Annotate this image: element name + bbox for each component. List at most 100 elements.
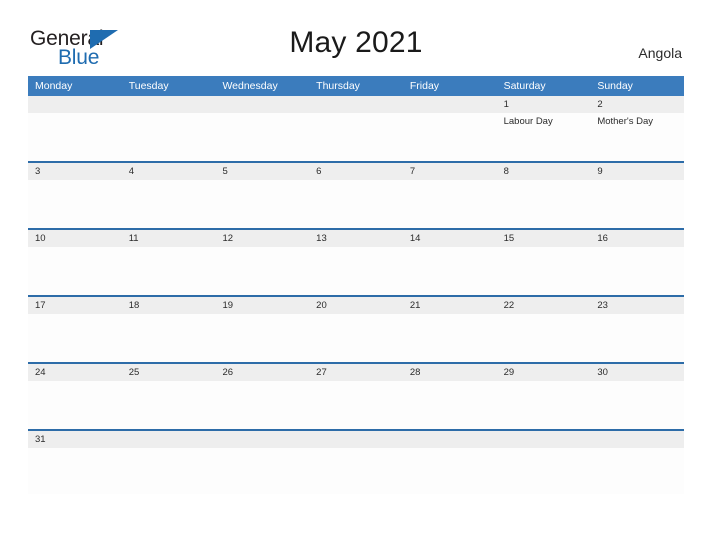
calendar-week-row: 1 2 Labour Day Mother's Day: [28, 96, 684, 161]
weekday-header-sunday: Sunday: [597, 80, 633, 92]
day-event: [122, 113, 216, 161]
day-number[interactable]: [122, 431, 216, 448]
day-event: [497, 180, 591, 228]
calendar-week-row: 17 18 19 20 21 22 23: [28, 295, 684, 362]
day-number[interactable]: 12: [215, 230, 309, 247]
day-event: Mother's Day: [597, 116, 653, 127]
week-day-number-strip: 3 4 5 6 7 8 9: [28, 163, 684, 180]
page-header: General Blue May 2021 Angola: [0, 0, 712, 76]
day-event: [215, 314, 309, 362]
day-number[interactable]: 18: [122, 297, 216, 314]
day-number[interactable]: [403, 431, 497, 448]
day-event: [28, 247, 122, 295]
day-number[interactable]: [309, 96, 403, 113]
day-number[interactable]: 22: [497, 297, 591, 314]
day-number[interactable]: [122, 96, 216, 113]
day-event: [403, 247, 497, 295]
week-day-content-row: [28, 448, 684, 494]
day-number[interactable]: [590, 431, 684, 448]
day-event: [122, 381, 216, 429]
day-number[interactable]: 8: [497, 163, 591, 180]
week-day-content-row: [28, 247, 684, 295]
day-number[interactable]: 13: [309, 230, 403, 247]
day-event: [122, 314, 216, 362]
day-event: [590, 180, 684, 228]
day-event: Labour Day: [503, 116, 553, 127]
week-day-number-strip: 1 2: [28, 96, 684, 113]
page-title: May 2021: [289, 26, 423, 59]
day-number[interactable]: 20: [309, 297, 403, 314]
day-number[interactable]: 11: [122, 230, 216, 247]
day-number[interactable]: 15: [497, 230, 591, 247]
day-number[interactable]: 28: [403, 364, 497, 381]
day-event: [309, 381, 403, 429]
day-number[interactable]: 14: [403, 230, 497, 247]
day-number[interactable]: 27: [309, 364, 403, 381]
weekday-header-saturday: Saturday: [503, 80, 546, 92]
day-event: [215, 113, 309, 161]
week-day-content-row: [28, 314, 684, 362]
day-number[interactable]: 21: [403, 297, 497, 314]
weekday-header-monday: Monday: [35, 80, 73, 92]
day-event: [309, 314, 403, 362]
day-number[interactable]: 2: [590, 96, 684, 113]
day-event: [590, 314, 684, 362]
day-number[interactable]: [28, 96, 122, 113]
day-event: [28, 113, 122, 161]
day-number[interactable]: 25: [122, 364, 216, 381]
day-event: [309, 247, 403, 295]
day-number[interactable]: 7: [403, 163, 497, 180]
day-number[interactable]: 29: [497, 364, 591, 381]
week-day-content-row: [28, 180, 684, 228]
day-number[interactable]: 26: [215, 364, 309, 381]
day-number[interactable]: 17: [28, 297, 122, 314]
day-event: [215, 381, 309, 429]
day-event: [28, 381, 122, 429]
week-day-number-strip: 24 25 26 27 28 29 30: [28, 364, 684, 381]
weekday-header-wednesday: Wednesday: [222, 80, 278, 92]
day-number[interactable]: [403, 96, 497, 113]
day-number[interactable]: 5: [215, 163, 309, 180]
day-event: [215, 448, 309, 494]
day-number[interactable]: [309, 431, 403, 448]
day-number[interactable]: 23: [590, 297, 684, 314]
day-number[interactable]: 4: [122, 163, 216, 180]
day-event: [309, 448, 403, 494]
day-event: [215, 247, 309, 295]
calendar-week-row: 10 11 12 13 14 15 16: [28, 228, 684, 295]
calendar-week-row: 31: [28, 429, 684, 494]
day-number[interactable]: [497, 431, 591, 448]
weekday-header-thursday: Thursday: [316, 80, 360, 92]
day-number[interactable]: [215, 431, 309, 448]
day-event: [403, 448, 497, 494]
calendar-grid: Monday Tuesday Wednesday Thursday Friday…: [28, 76, 684, 494]
day-event: [28, 314, 122, 362]
day-event: [122, 180, 216, 228]
calendar-week-row: 24 25 26 27 28 29 30: [28, 362, 684, 429]
day-event: [403, 381, 497, 429]
day-number[interactable]: 19: [215, 297, 309, 314]
day-event: [590, 247, 684, 295]
day-event: [403, 113, 497, 161]
day-number[interactable]: 10: [28, 230, 122, 247]
day-number[interactable]: 9: [590, 163, 684, 180]
week-day-content-row: [28, 381, 684, 429]
day-event: [403, 314, 497, 362]
day-event: [28, 448, 122, 494]
day-event: [215, 180, 309, 228]
calendar-page: General Blue May 2021 Angola Monday Tues…: [0, 0, 712, 550]
week-day-number-strip: 31: [28, 431, 684, 448]
day-event: [497, 381, 591, 429]
day-number[interactable]: 1: [497, 96, 591, 113]
day-number[interactable]: 16: [590, 230, 684, 247]
weekday-header-friday: Friday: [409, 80, 440, 92]
day-number[interactable]: 3: [28, 163, 122, 180]
week-day-number-strip: 10 11 12 13 14 15 16: [28, 230, 684, 247]
day-number[interactable]: 6: [309, 163, 403, 180]
day-number[interactable]: 31: [28, 431, 122, 448]
day-event: [28, 180, 122, 228]
day-number[interactable]: 30: [590, 364, 684, 381]
day-number[interactable]: [215, 96, 309, 113]
day-event: [590, 448, 684, 494]
day-number[interactable]: 24: [28, 364, 122, 381]
